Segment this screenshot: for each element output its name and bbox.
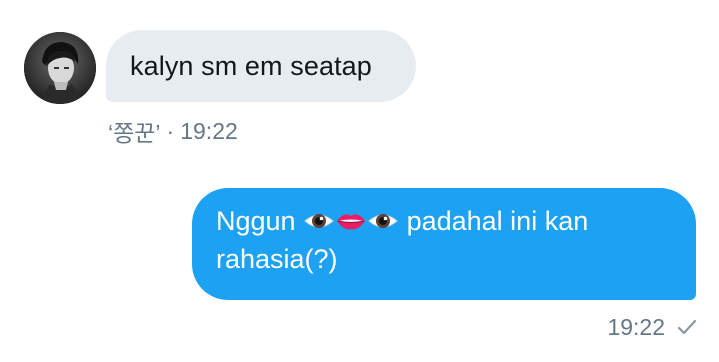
incoming-timestamp: 19:22 [180,117,238,144]
eye-emoji-left [304,209,334,233]
meta-separator: · [166,117,175,144]
outgoing-timestamp: 19:22 [607,313,665,340]
incoming-message-meta: ‘쫑꾼’ · 19:22 [108,114,238,148]
sender-name[interactable]: ‘쫑꾼’ [108,114,161,148]
incoming-message-text: kalyn sm em seatap [130,50,372,81]
outgoing-message-meta: 19:22 [607,312,697,342]
eye-emoji-right [368,209,398,233]
sender-avatar[interactable] [24,32,96,104]
incoming-message-bubble[interactable]: kalyn sm em seatap [106,30,416,102]
outgoing-text-start: Nggun [216,206,304,236]
check-icon [677,318,697,336]
outgoing-message-bubble[interactable]: Nggun padahal ini kan rahasia(?) [192,188,696,300]
lips-emoji [336,209,366,233]
